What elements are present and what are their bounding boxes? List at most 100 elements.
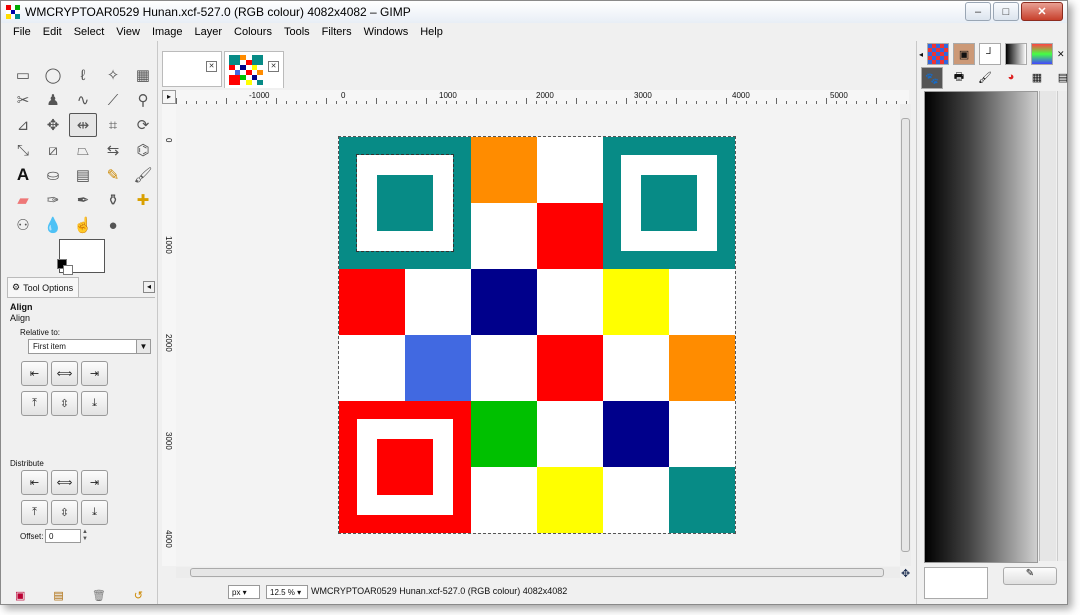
close-button[interactable]: ✕ <box>1021 2 1063 21</box>
dodge-burn-icon[interactable]: ● <box>99 213 127 237</box>
blur-icon[interactable]: 💧 <box>39 213 67 237</box>
airbrush-icon[interactable]: ✑ <box>39 188 67 212</box>
menu-image[interactable]: Image <box>146 26 189 38</box>
pencil-icon[interactable]: ✎ <box>99 163 127 187</box>
vertical-scrollbar[interactable] <box>900 104 911 566</box>
image-tab-empty[interactable]: ✕ <box>162 51 222 87</box>
cage-icon[interactable]: ⌬ <box>129 138 157 162</box>
layers-icon[interactable]: ▤ <box>1053 67 1067 87</box>
menu-view[interactable]: View <box>110 26 146 38</box>
perspective-clone-icon[interactable]: ⚇ <box>9 213 37 237</box>
brush-icon[interactable]: 🖌 <box>975 67 995 87</box>
distribute-center-button[interactable]: ⟺ <box>51 470 78 495</box>
menu-select[interactable]: Select <box>68 26 111 38</box>
gradient-preview[interactable] <box>924 91 1038 563</box>
shear-icon[interactable]: ⧄ <box>39 138 67 162</box>
align-bottom-button[interactable]: ⤓ <box>81 391 108 416</box>
blend-icon[interactable]: ▤ <box>69 163 97 187</box>
align-top-button[interactable]: ⤒ <box>21 391 48 416</box>
dock-scrollbar[interactable] <box>1057 91 1067 561</box>
lasso-icon[interactable]: ℓ <box>69 63 97 87</box>
zoom-select[interactable]: 12.5 % ▾ <box>266 585 308 599</box>
rotate-icon[interactable]: ⟳ <box>129 113 157 137</box>
align-center-button[interactable]: ⟺ <box>51 361 78 386</box>
image-tab-active[interactable]: ✕ <box>224 51 284 88</box>
maximize-button[interactable]: □ <box>993 2 1019 21</box>
select-by-color-icon[interactable]: ▦ <box>129 63 157 87</box>
menu-edit[interactable]: Edit <box>37 26 68 38</box>
move-icon[interactable]: ✥ <box>39 113 67 137</box>
ink-icon[interactable]: ✒ <box>69 188 97 212</box>
printer-icon[interactable]: 🖶 <box>949 67 969 87</box>
save-tool-preset-icon[interactable]: ▣ <box>15 589 25 602</box>
paintbrush-icon[interactable]: 🖌 <box>129 163 157 187</box>
crop-icon[interactable]: ⌗ <box>99 113 127 137</box>
vertical-ruler[interactable]: 0 1000 2000 3000 4000 <box>162 104 177 566</box>
align-icon[interactable]: ⇹ <box>69 113 97 137</box>
align-middle-button[interactable]: ⇳ <box>51 391 78 416</box>
close-tab-icon[interactable]: ✕ <box>268 61 279 72</box>
restore-preset-icon[interactable]: ▤ <box>53 589 63 602</box>
distribute-right-button[interactable]: ⇥ <box>81 470 108 495</box>
smudge-icon[interactable]: ☝ <box>69 213 97 237</box>
perspective-icon[interactable]: ⏢ <box>69 138 97 162</box>
tab-tool-options[interactable]: ⚙ Tool Options <box>7 277 79 297</box>
eraser-icon[interactable]: ▰ <box>9 188 37 212</box>
horizontal-scrollbar[interactable] <box>176 567 900 578</box>
paths-icon[interactable]: ∿ <box>69 88 97 112</box>
fuzzy-select-icon[interactable]: ✧ <box>99 63 127 87</box>
scissors-icon[interactable]: ✂ <box>9 88 37 112</box>
gradients-tab-icon[interactable] <box>1005 43 1028 65</box>
gimp-wilber-icon[interactable]: 🐾 <box>921 67 943 89</box>
distribute-top-button[interactable]: ⤒ <box>21 500 48 525</box>
foreground-select-icon[interactable]: ♟ <box>39 88 67 112</box>
menu-tools[interactable]: Tools <box>278 26 316 38</box>
reset-icon[interactable]: ↺ <box>134 589 143 602</box>
offset-input[interactable]: 0 <box>45 529 81 543</box>
flip-icon[interactable]: ⇆ <box>99 138 127 162</box>
brushes-tab-icon[interactable]: ▣ <box>953 43 976 65</box>
histogram-icon[interactable]: ▦ <box>1027 67 1047 87</box>
align-right-button[interactable]: ⇥ <box>81 361 108 386</box>
measure-icon[interactable]: ⊿ <box>9 113 37 137</box>
minimize-button[interactable]: – <box>965 2 991 21</box>
fonts-tab-icon[interactable]: ┘ <box>979 43 1002 65</box>
distribute-left-button[interactable]: ⇤ <box>21 470 48 495</box>
menu-file[interactable]: File <box>7 26 37 38</box>
close-tab-icon[interactable]: ✕ <box>206 61 217 72</box>
fg-bg-color-swatch[interactable] <box>57 239 105 275</box>
relative-to-select[interactable]: First item ▼ <box>28 339 151 354</box>
text-icon[interactable]: A <box>9 163 37 187</box>
offset-spinner[interactable]: ▲ ▼ <box>81 529 89 543</box>
close-dock-icon[interactable]: ✕ <box>1057 49 1065 60</box>
title-bar[interactable]: WMCRYPTOAR0529 Hunan.xcf-527.0 (RGB colo… <box>1 1 1067 24</box>
palettes-tab-icon[interactable] <box>1031 43 1054 65</box>
menu-layer[interactable]: Layer <box>189 26 229 38</box>
color-wheel-icon[interactable]: ◕ <box>1001 67 1021 87</box>
ruler-corner[interactable]: ▸ <box>162 90 176 104</box>
image-canvas[interactable] <box>176 104 900 566</box>
heal-icon[interactable]: ✚ <box>129 188 157 212</box>
ellipse-select-icon[interactable]: ◯ <box>39 63 67 87</box>
bucket-fill-icon[interactable]: ⛀ <box>39 163 67 187</box>
rect-select-icon[interactable]: ▭ <box>9 63 37 87</box>
patterns-tab-icon[interactable] <box>927 43 950 65</box>
menu-filters[interactable]: Filters <box>316 26 358 38</box>
menu-help[interactable]: Help <box>414 26 449 38</box>
distribute-middle-button[interactable]: ⇳ <box>51 500 78 525</box>
unit-select[interactable]: px ▾ <box>228 585 260 599</box>
distribute-bottom-button[interactable]: ⤓ <box>81 500 108 525</box>
menu-windows[interactable]: Windows <box>358 26 415 38</box>
menu-colours[interactable]: Colours <box>228 26 278 38</box>
panel-menu-icon[interactable]: ◂ <box>143 281 155 293</box>
color-picker-icon[interactable]: ⟋ <box>99 88 127 112</box>
delete-preset-icon[interactable]: 🗑 <box>92 589 106 602</box>
edit-button[interactable]: ✎ <box>1003 567 1057 585</box>
clone-icon[interactable]: ⚱ <box>99 188 127 212</box>
align-left-button[interactable]: ⇤ <box>21 361 48 386</box>
horizontal-ruler[interactable]: -1000 0 1000 2000 3000 4000 5000 <box>176 90 909 105</box>
scale-icon[interactable]: ⤡ <box>9 138 37 162</box>
dock-menu-icon[interactable]: ◂ <box>919 50 923 59</box>
zoom-icon[interactable]: ⚲ <box>129 88 157 112</box>
navigate-icon[interactable]: ✥ <box>901 567 910 580</box>
